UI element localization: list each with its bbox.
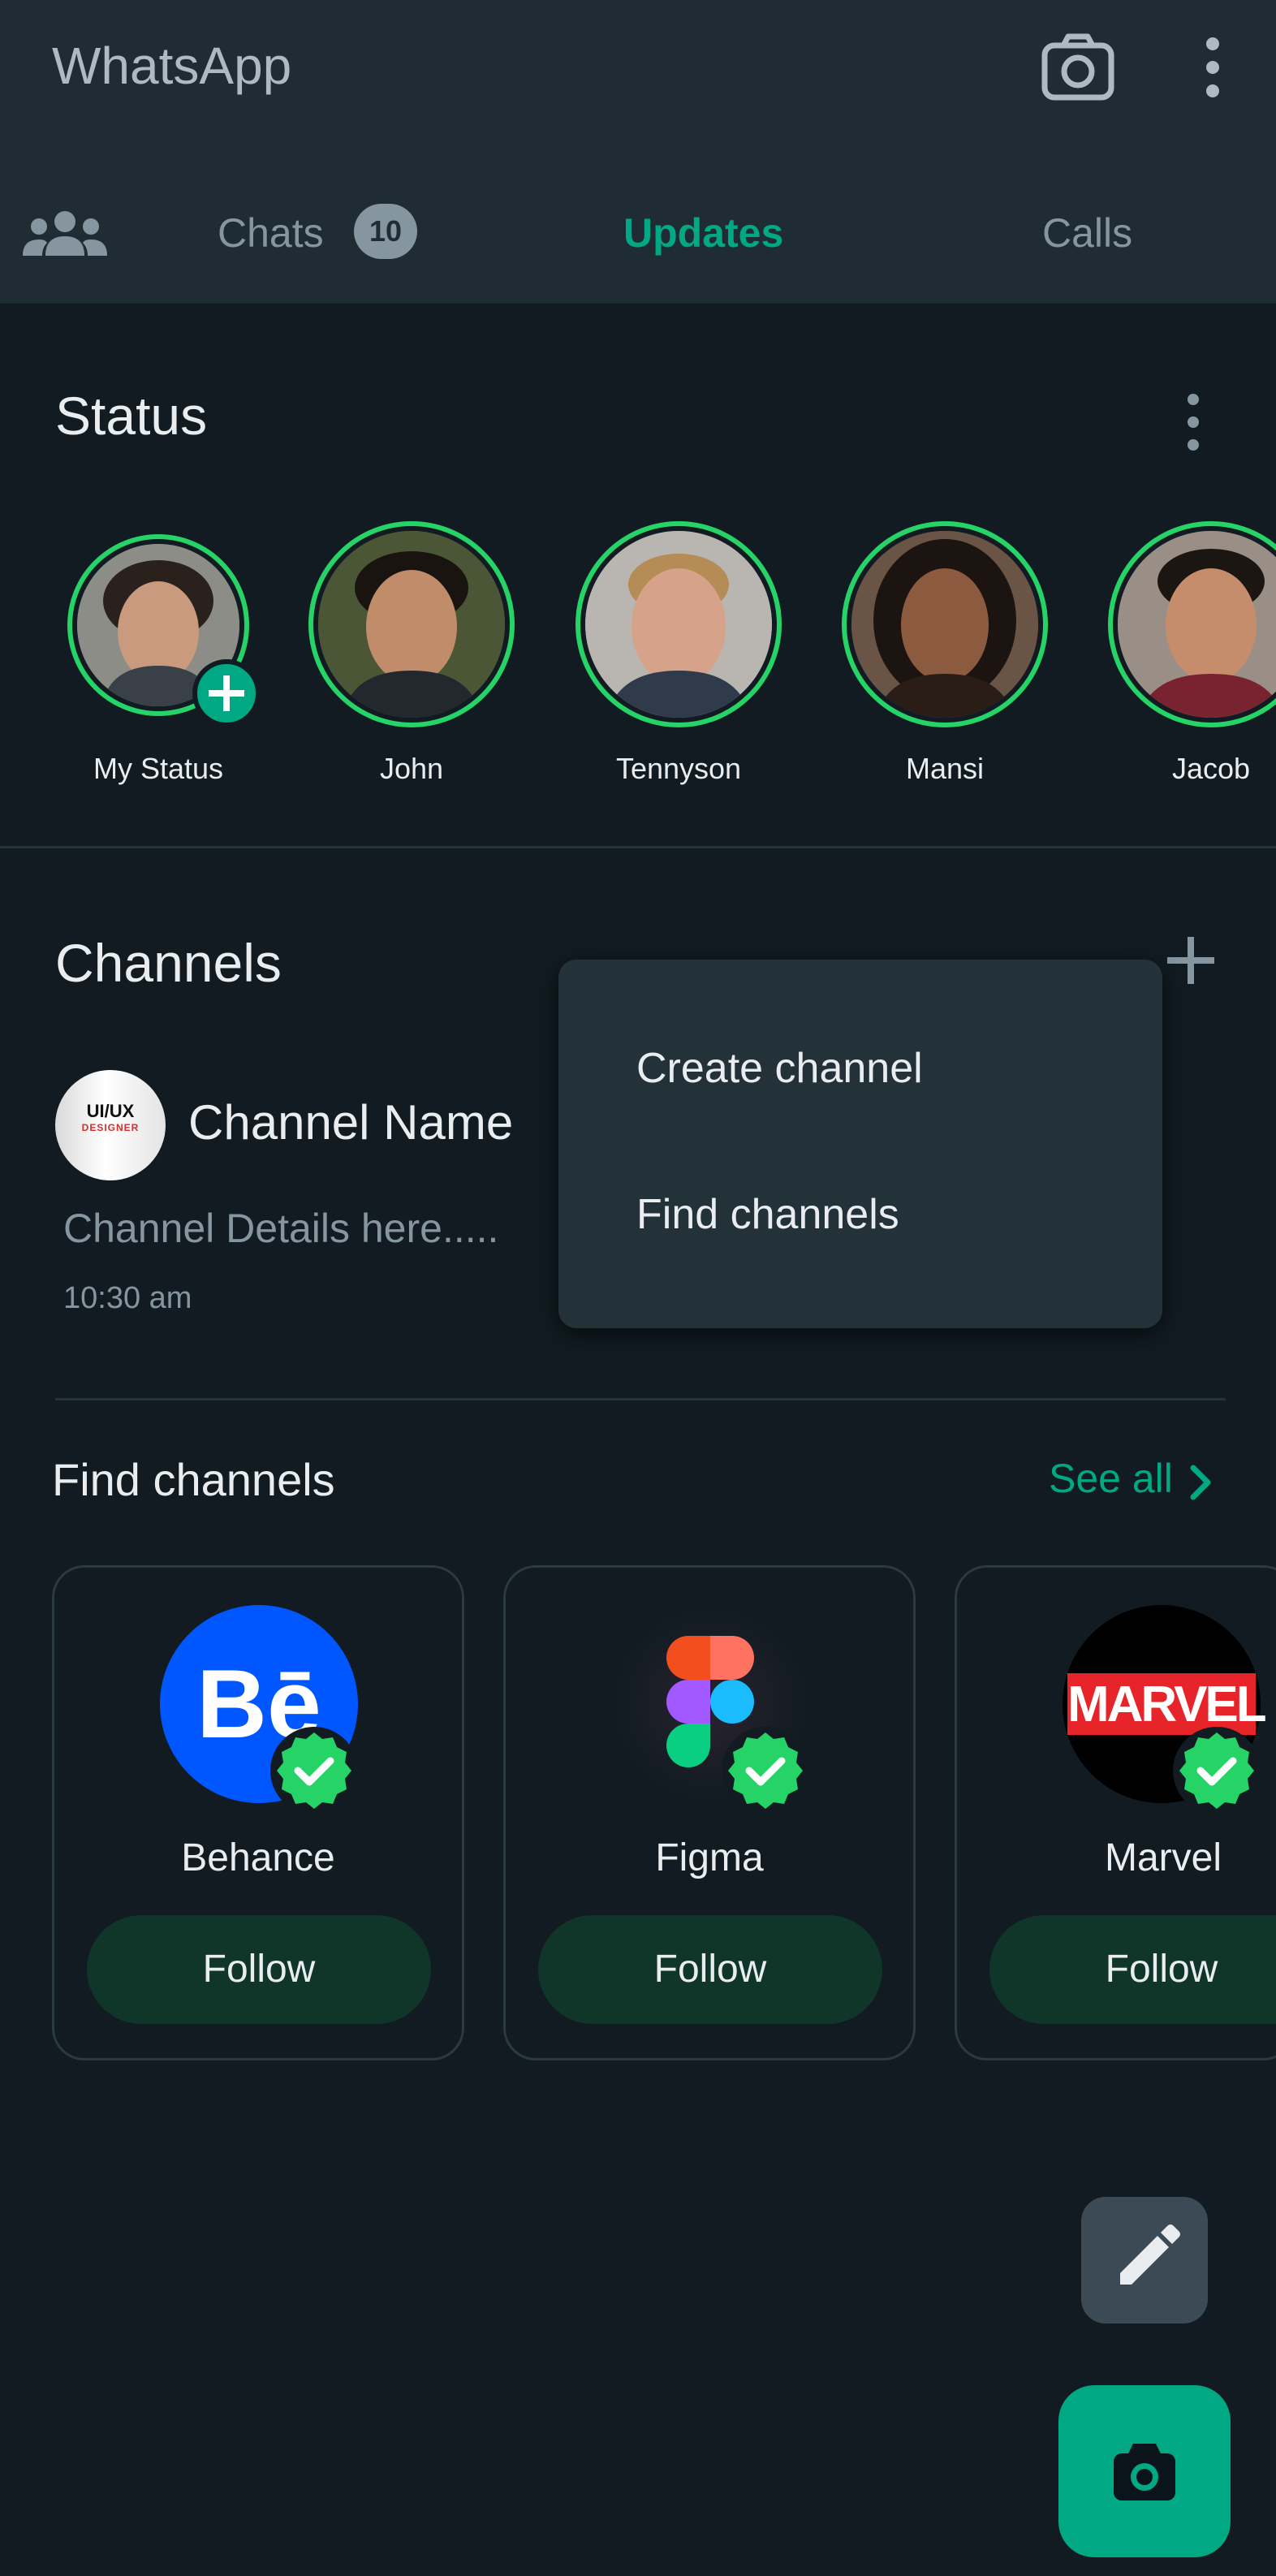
figma-logo xyxy=(611,1605,809,1814)
tab-bar: Chats 10 Updates Calls xyxy=(0,175,1276,288)
more-options-icon[interactable] xyxy=(1185,32,1240,102)
status-heading: Status xyxy=(55,386,208,446)
channel-time: 10:30 am xyxy=(63,1281,192,1315)
camera-icon[interactable] xyxy=(1041,32,1115,102)
status-name: My Status xyxy=(93,752,224,785)
camera-status-button[interactable] xyxy=(1058,2385,1231,2557)
verified-icon xyxy=(270,1727,358,1814)
verified-icon xyxy=(722,1727,809,1814)
channels-dropdown-menu: Create channel Find channels xyxy=(558,960,1162,1328)
status-name: Tennyson xyxy=(615,752,742,785)
follow-button[interactable]: Follow xyxy=(538,1915,882,2024)
add-channel-icon[interactable] xyxy=(1164,934,1218,987)
avatar xyxy=(575,521,782,727)
channel-card-figma[interactable]: Figma Follow xyxy=(503,1565,916,2060)
section-divider xyxy=(0,846,1276,848)
channel-avatar-label: UI/UX xyxy=(86,1101,135,1121)
channel-card-name: Figma xyxy=(655,1836,764,1879)
channel-card-name: Marvel xyxy=(1104,1836,1222,1879)
channel-details: Channel Details here..... xyxy=(63,1206,499,1251)
status-name: Mansi xyxy=(905,752,985,785)
marvel-logo-text: MARVEL xyxy=(1067,1676,1267,1732)
status-more-icon[interactable] xyxy=(1169,390,1218,455)
status-name: Jacob xyxy=(1171,752,1251,785)
avatar xyxy=(842,521,1048,727)
whatsapp-updates-screen: WhatsApp Chats 10 Updates Calls Status M… xyxy=(0,0,1276,2576)
channel-card-name: Behance xyxy=(181,1836,335,1879)
menu-item-create-channel[interactable]: Create channel xyxy=(636,1044,923,1093)
follow-button[interactable]: Follow xyxy=(87,1915,431,2024)
see-all-link[interactable]: See all xyxy=(1049,1455,1173,1502)
behance-logo: Bē xyxy=(160,1605,358,1814)
tab-chats[interactable]: Chats xyxy=(218,207,324,259)
avatar xyxy=(1108,521,1276,727)
camera-icon xyxy=(1114,2444,1175,2500)
top-app-bar: WhatsApp Chats 10 Updates Calls xyxy=(0,0,1276,304)
avatar xyxy=(308,521,515,727)
new-text-status-button[interactable] xyxy=(1081,2197,1208,2324)
unread-badge: 10 xyxy=(354,204,417,259)
channel-avatar-sublabel: DESIGNER xyxy=(81,1122,140,1133)
tab-updates[interactable]: Updates xyxy=(623,207,783,259)
status-item-tennyson[interactable]: Tennyson xyxy=(565,520,792,796)
channel-card-behance[interactable]: Bē Behance Follow xyxy=(52,1565,464,2060)
status-list: My Status John Tennyson Mansi Jacob xyxy=(0,520,1276,796)
verified-icon xyxy=(1173,1727,1261,1814)
follow-button[interactable]: Follow xyxy=(989,1915,1276,2024)
status-item-jacob[interactable]: Jacob xyxy=(1097,520,1276,796)
marvel-logo: MARVEL xyxy=(1063,1605,1267,1814)
add-status-icon[interactable] xyxy=(192,659,261,727)
status-item-mansi[interactable]: Mansi xyxy=(831,520,1058,796)
status-name: John xyxy=(379,752,444,785)
channel-name: Channel Name xyxy=(188,1095,514,1150)
chevron-right-icon[interactable] xyxy=(1185,1458,1218,1507)
app-title: WhatsApp xyxy=(52,37,292,95)
channels-divider xyxy=(55,1398,1226,1400)
channel-avatar: UI/UX DESIGNER xyxy=(55,1070,166,1180)
community-icon[interactable] xyxy=(23,207,107,259)
tab-calls[interactable]: Calls xyxy=(1042,207,1132,259)
find-channels-heading: Find channels xyxy=(52,1454,335,1505)
status-item-my-status[interactable]: My Status xyxy=(45,520,272,796)
pencil-icon xyxy=(1120,2224,1180,2285)
status-item-john[interactable]: John xyxy=(298,520,525,796)
channel-card-marvel[interactable]: MARVEL Marvel Follow xyxy=(955,1565,1276,2060)
channels-heading: Channels xyxy=(55,933,282,993)
menu-item-find-channels[interactable]: Find channels xyxy=(636,1190,899,1239)
